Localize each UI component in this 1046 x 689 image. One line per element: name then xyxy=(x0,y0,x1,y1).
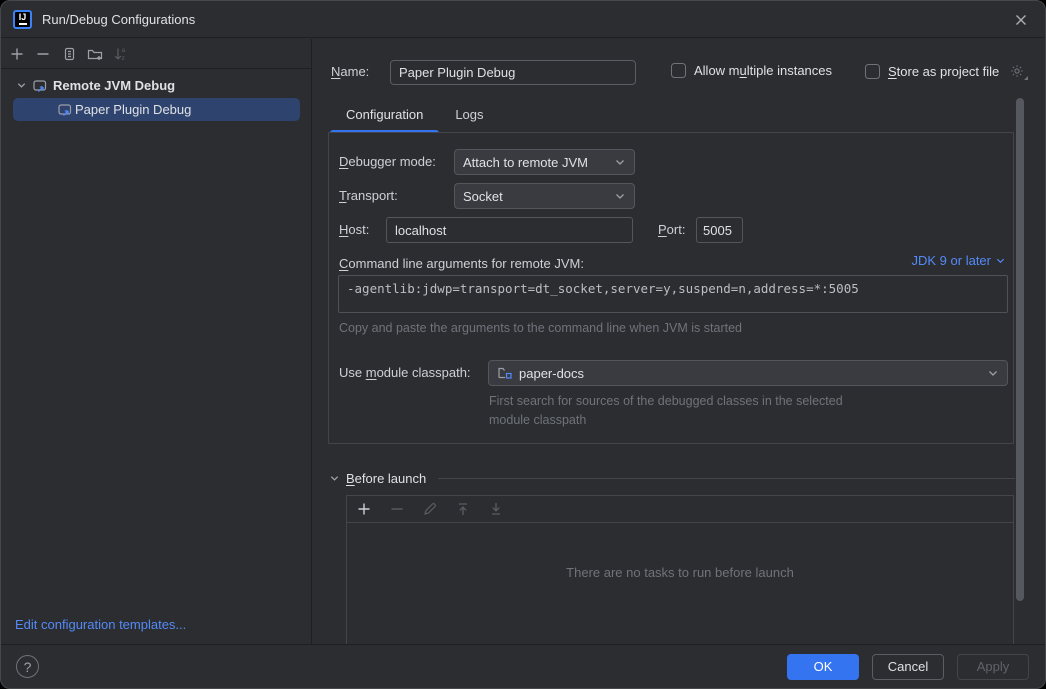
chevron-down-icon xyxy=(995,255,1006,266)
move-up-icon[interactable] xyxy=(455,501,471,517)
host-input[interactable] xyxy=(386,217,633,243)
module-classpath-hint: First search for sources of the debugged… xyxy=(489,392,879,431)
tab-configuration[interactable]: Configuration xyxy=(330,99,439,133)
name-row: Name: Allow multiple instances Store as … xyxy=(313,60,1045,86)
debugger-mode-value: Attach to remote JVM xyxy=(463,155,588,170)
debugger-mode-select[interactable]: Attach to remote JVM xyxy=(454,149,635,175)
name-label: Name: xyxy=(331,64,369,79)
chevron-down-icon xyxy=(614,156,626,168)
tree-parent-label: Remote JVM Debug xyxy=(53,78,175,93)
name-input[interactable] xyxy=(390,60,636,85)
intellij-logo-icon: IJ xyxy=(13,10,32,29)
configuration-editor-panel: Name: Allow multiple instances Store as … xyxy=(313,38,1045,644)
configurations-sidebar: a z Remote JVM Debug xyxy=(1,39,312,644)
copy-icon[interactable] xyxy=(61,46,77,62)
remote-debug-icon xyxy=(57,102,73,118)
gear-icon[interactable] xyxy=(1009,63,1025,79)
chevron-down-icon[interactable] xyxy=(16,80,27,91)
module-classpath-value: paper-docs xyxy=(519,366,584,381)
remove-icon[interactable] xyxy=(389,501,405,517)
transport-select[interactable]: Socket xyxy=(454,183,635,209)
svg-text:z: z xyxy=(122,55,125,62)
allow-multiple-instances-checkbox[interactable] xyxy=(671,63,686,78)
sort-alpha-icon[interactable]: a z xyxy=(113,46,129,62)
dialog-footer: ? OK Cancel Apply xyxy=(1,644,1045,688)
close-icon[interactable] xyxy=(1011,10,1031,30)
run-debug-configurations-dialog: IJ Run/Debug Configurations xyxy=(0,0,1046,689)
sidebar-toolbar: a z xyxy=(1,39,311,69)
edit-pencil-icon[interactable] xyxy=(422,501,438,517)
apply-button[interactable]: Apply xyxy=(957,654,1029,680)
module-classpath-label: Use module classpath: xyxy=(339,365,471,380)
help-icon[interactable]: ? xyxy=(16,655,39,678)
tree-child-label: Paper Plugin Debug xyxy=(75,102,191,117)
move-down-icon[interactable] xyxy=(488,501,504,517)
jdk-version-dropdown[interactable]: JDK 9 or later xyxy=(912,253,1006,268)
before-launch-toolbar xyxy=(347,496,1013,523)
remove-icon[interactable] xyxy=(35,46,51,62)
port-label: Port: xyxy=(658,222,685,237)
transport-value: Socket xyxy=(463,189,503,204)
tree-item-paper-plugin-debug-selected[interactable]: Paper Plugin Debug xyxy=(13,98,300,121)
port-input[interactable] xyxy=(696,217,743,243)
cmdline-args-label: Command line arguments for remote JVM: xyxy=(339,256,584,271)
allow-multiple-instances-option[interactable]: Allow multiple instances xyxy=(671,63,832,78)
new-folder-icon[interactable] xyxy=(87,46,103,62)
cmdline-hint: Copy and paste the arguments to the comm… xyxy=(339,321,742,335)
tree-item-remote-jvm-debug[interactable]: Remote JVM Debug xyxy=(1,74,311,97)
tab-logs[interactable]: Logs xyxy=(439,99,499,133)
allow-multiple-instances-label: Allow multiple instances xyxy=(694,63,832,78)
jdk-version-label: JDK 9 or later xyxy=(912,253,991,268)
tab-bar: Configuration Logs xyxy=(330,99,500,133)
cmdline-args-textarea[interactable]: -agentlib:jdwp=transport=dt_socket,serve… xyxy=(338,275,1008,313)
host-label: Host: xyxy=(339,222,369,237)
transport-label: Transport: xyxy=(339,188,398,203)
module-folder-icon xyxy=(497,365,513,381)
dialog-title: Run/Debug Configurations xyxy=(42,12,195,27)
before-launch-panel: There are no tasks to run before launch xyxy=(346,495,1014,644)
add-icon[interactable] xyxy=(9,46,25,62)
cancel-button[interactable]: Cancel xyxy=(872,654,944,680)
before-launch-empty-text: There are no tasks to run before launch xyxy=(347,565,1013,580)
debugger-mode-label: Debugger mode: xyxy=(339,154,436,169)
before-launch-header: Before launch xyxy=(329,471,1015,486)
store-as-project-file-checkbox[interactable] xyxy=(865,64,880,79)
vertical-scrollbar[interactable] xyxy=(1016,98,1024,601)
chevron-down-icon xyxy=(987,367,999,379)
logo-text: IJ xyxy=(19,13,27,22)
before-launch-label: Before launch xyxy=(346,471,426,486)
store-as-project-file-label: Store as project file xyxy=(888,64,999,79)
store-as-project-file-option[interactable]: Store as project file xyxy=(865,63,1025,79)
chevron-down-icon xyxy=(614,190,626,202)
configurations-tree: Remote JVM Debug Paper Plugin Debug xyxy=(1,69,311,121)
section-divider xyxy=(438,478,1015,479)
add-icon[interactable] xyxy=(356,501,372,517)
remote-debug-icon xyxy=(32,78,48,94)
configuration-form: Debugger mode: Attach to remote JVM Tran… xyxy=(328,132,1014,444)
svg-text:a: a xyxy=(122,47,126,54)
ok-button[interactable]: OK xyxy=(787,654,859,680)
title-bar: IJ Run/Debug Configurations xyxy=(1,1,1045,38)
edit-configuration-templates-link[interactable]: Edit configuration templates... xyxy=(15,617,186,632)
chevron-down-icon[interactable] xyxy=(329,473,340,484)
module-classpath-select[interactable]: paper-docs xyxy=(488,360,1008,386)
